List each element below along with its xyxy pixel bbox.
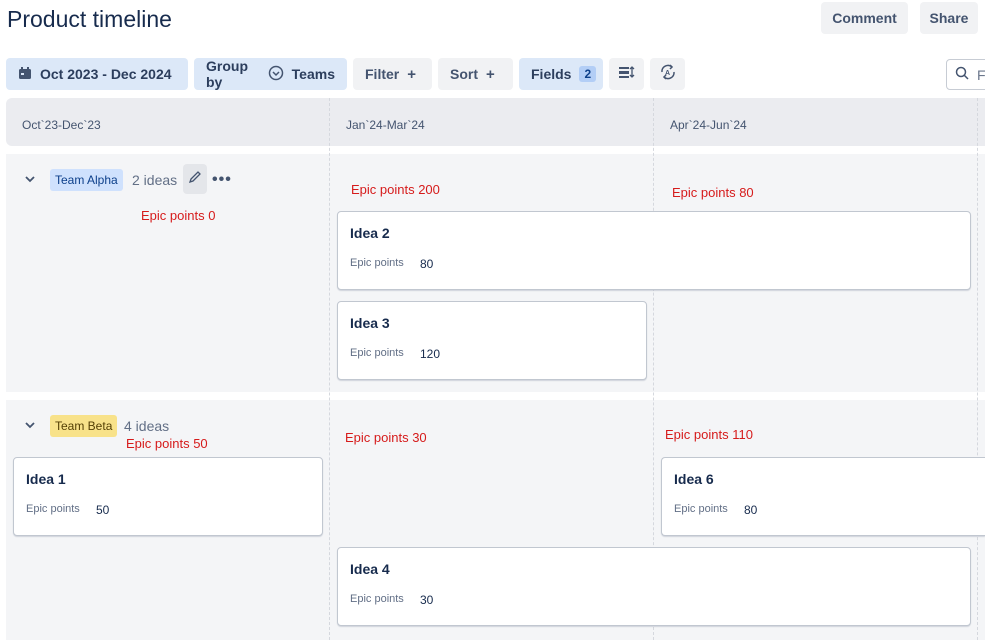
field-value: 80	[744, 503, 758, 517]
field-label: Epic points	[674, 503, 728, 515]
pencil-icon	[188, 170, 202, 189]
field-label: Epic points	[350, 593, 404, 605]
idea-count: 4 ideas	[124, 418, 170, 434]
idea-card-title: Idea 1	[26, 471, 66, 487]
group-by-label: Group by	[206, 58, 248, 90]
sort-button[interactable]: Sort +	[438, 58, 513, 90]
timeline-header	[6, 98, 985, 146]
column-header-q4-2023: Oct`23-Dec`23	[22, 118, 101, 132]
column-divider	[329, 98, 330, 640]
collapse-chevron-icon[interactable]	[24, 173, 36, 188]
epic-points-note: Epic points 30	[345, 430, 427, 445]
epic-points-note: Epic points 0	[141, 208, 216, 223]
team-tag-beta: Team Beta	[50, 415, 118, 437]
idea-card[interactable]: Idea 3 Epic points 120	[337, 301, 647, 380]
share-button[interactable]: Share	[920, 2, 978, 34]
fields-label: Fields	[531, 66, 572, 82]
epic-points-note: Epic points 200	[351, 182, 440, 197]
idea-card[interactable]: Idea 6 Epic points 80	[661, 457, 985, 536]
group-by-value: Teams	[291, 66, 335, 82]
idea-card-title: Idea 3	[350, 315, 390, 331]
epic-points-note: Epic points 50	[126, 436, 208, 451]
idea-card-title: Idea 6	[674, 471, 714, 487]
search-icon	[955, 66, 969, 83]
more-options-icon[interactable]: •••	[212, 171, 232, 189]
group-by-button[interactable]: Group by Teams	[194, 58, 347, 90]
auto-sort-button[interactable]: A	[650, 58, 685, 90]
field-label: Epic points	[350, 257, 404, 269]
idea-card[interactable]: Idea 1 Epic points 50	[13, 457, 323, 536]
idea-count: 2 ideas	[132, 172, 178, 188]
epic-points-note: Epic points 110	[665, 427, 753, 442]
field-value: 30	[420, 593, 434, 607]
chevron-down-circle-icon	[268, 65, 284, 84]
plus-icon: +	[407, 65, 416, 83]
column-header-q2-2024: Apr`24-Jun`24	[670, 118, 747, 132]
epic-points-note: Epic points 80	[672, 185, 754, 200]
collapse-chevron-icon[interactable]	[24, 419, 36, 434]
svg-text:A: A	[665, 70, 670, 77]
field-value: 120	[420, 347, 441, 361]
idea-card[interactable]: Idea 4 Epic points 30	[337, 547, 971, 626]
search-placeholder: F	[977, 66, 985, 83]
row-height-icon	[618, 64, 636, 85]
idea-card-title: Idea 4	[350, 561, 390, 577]
date-range-label: Oct 2023 - Dec 2024	[40, 66, 172, 82]
search-input[interactable]: F	[946, 59, 985, 90]
toolbar: Oct 2023 - Dec 2024 Group by Teams Filte…	[6, 58, 685, 90]
column-divider	[977, 98, 978, 640]
page-title: Product timeline	[7, 6, 172, 32]
field-label: Epic points	[26, 503, 80, 515]
field-label: Epic points	[350, 347, 404, 359]
idea-card[interactable]: Idea 2 Epic points 80	[337, 211, 971, 290]
idea-card-title: Idea 2	[350, 225, 390, 241]
filter-button[interactable]: Filter +	[353, 58, 432, 90]
fields-button[interactable]: Fields 2	[519, 58, 603, 90]
auto-rotate-icon: A	[658, 62, 678, 87]
team-tag-alpha: Team Alpha	[50, 169, 123, 191]
column-header-q1-2024: Jan`24-Mar`24	[346, 118, 425, 132]
fields-count-badge: 2	[579, 66, 597, 82]
filter-label: Filter	[365, 66, 400, 82]
sort-label: Sort	[450, 66, 478, 82]
field-value: 50	[96, 503, 110, 517]
comment-button[interactable]: Comment	[821, 2, 908, 34]
plus-icon: +	[486, 65, 495, 83]
edit-button[interactable]	[183, 164, 207, 194]
date-range-button[interactable]: Oct 2023 - Dec 2024	[6, 58, 188, 90]
calendar-icon	[18, 66, 32, 83]
field-value: 80	[420, 257, 434, 271]
row-height-button[interactable]	[609, 58, 644, 90]
